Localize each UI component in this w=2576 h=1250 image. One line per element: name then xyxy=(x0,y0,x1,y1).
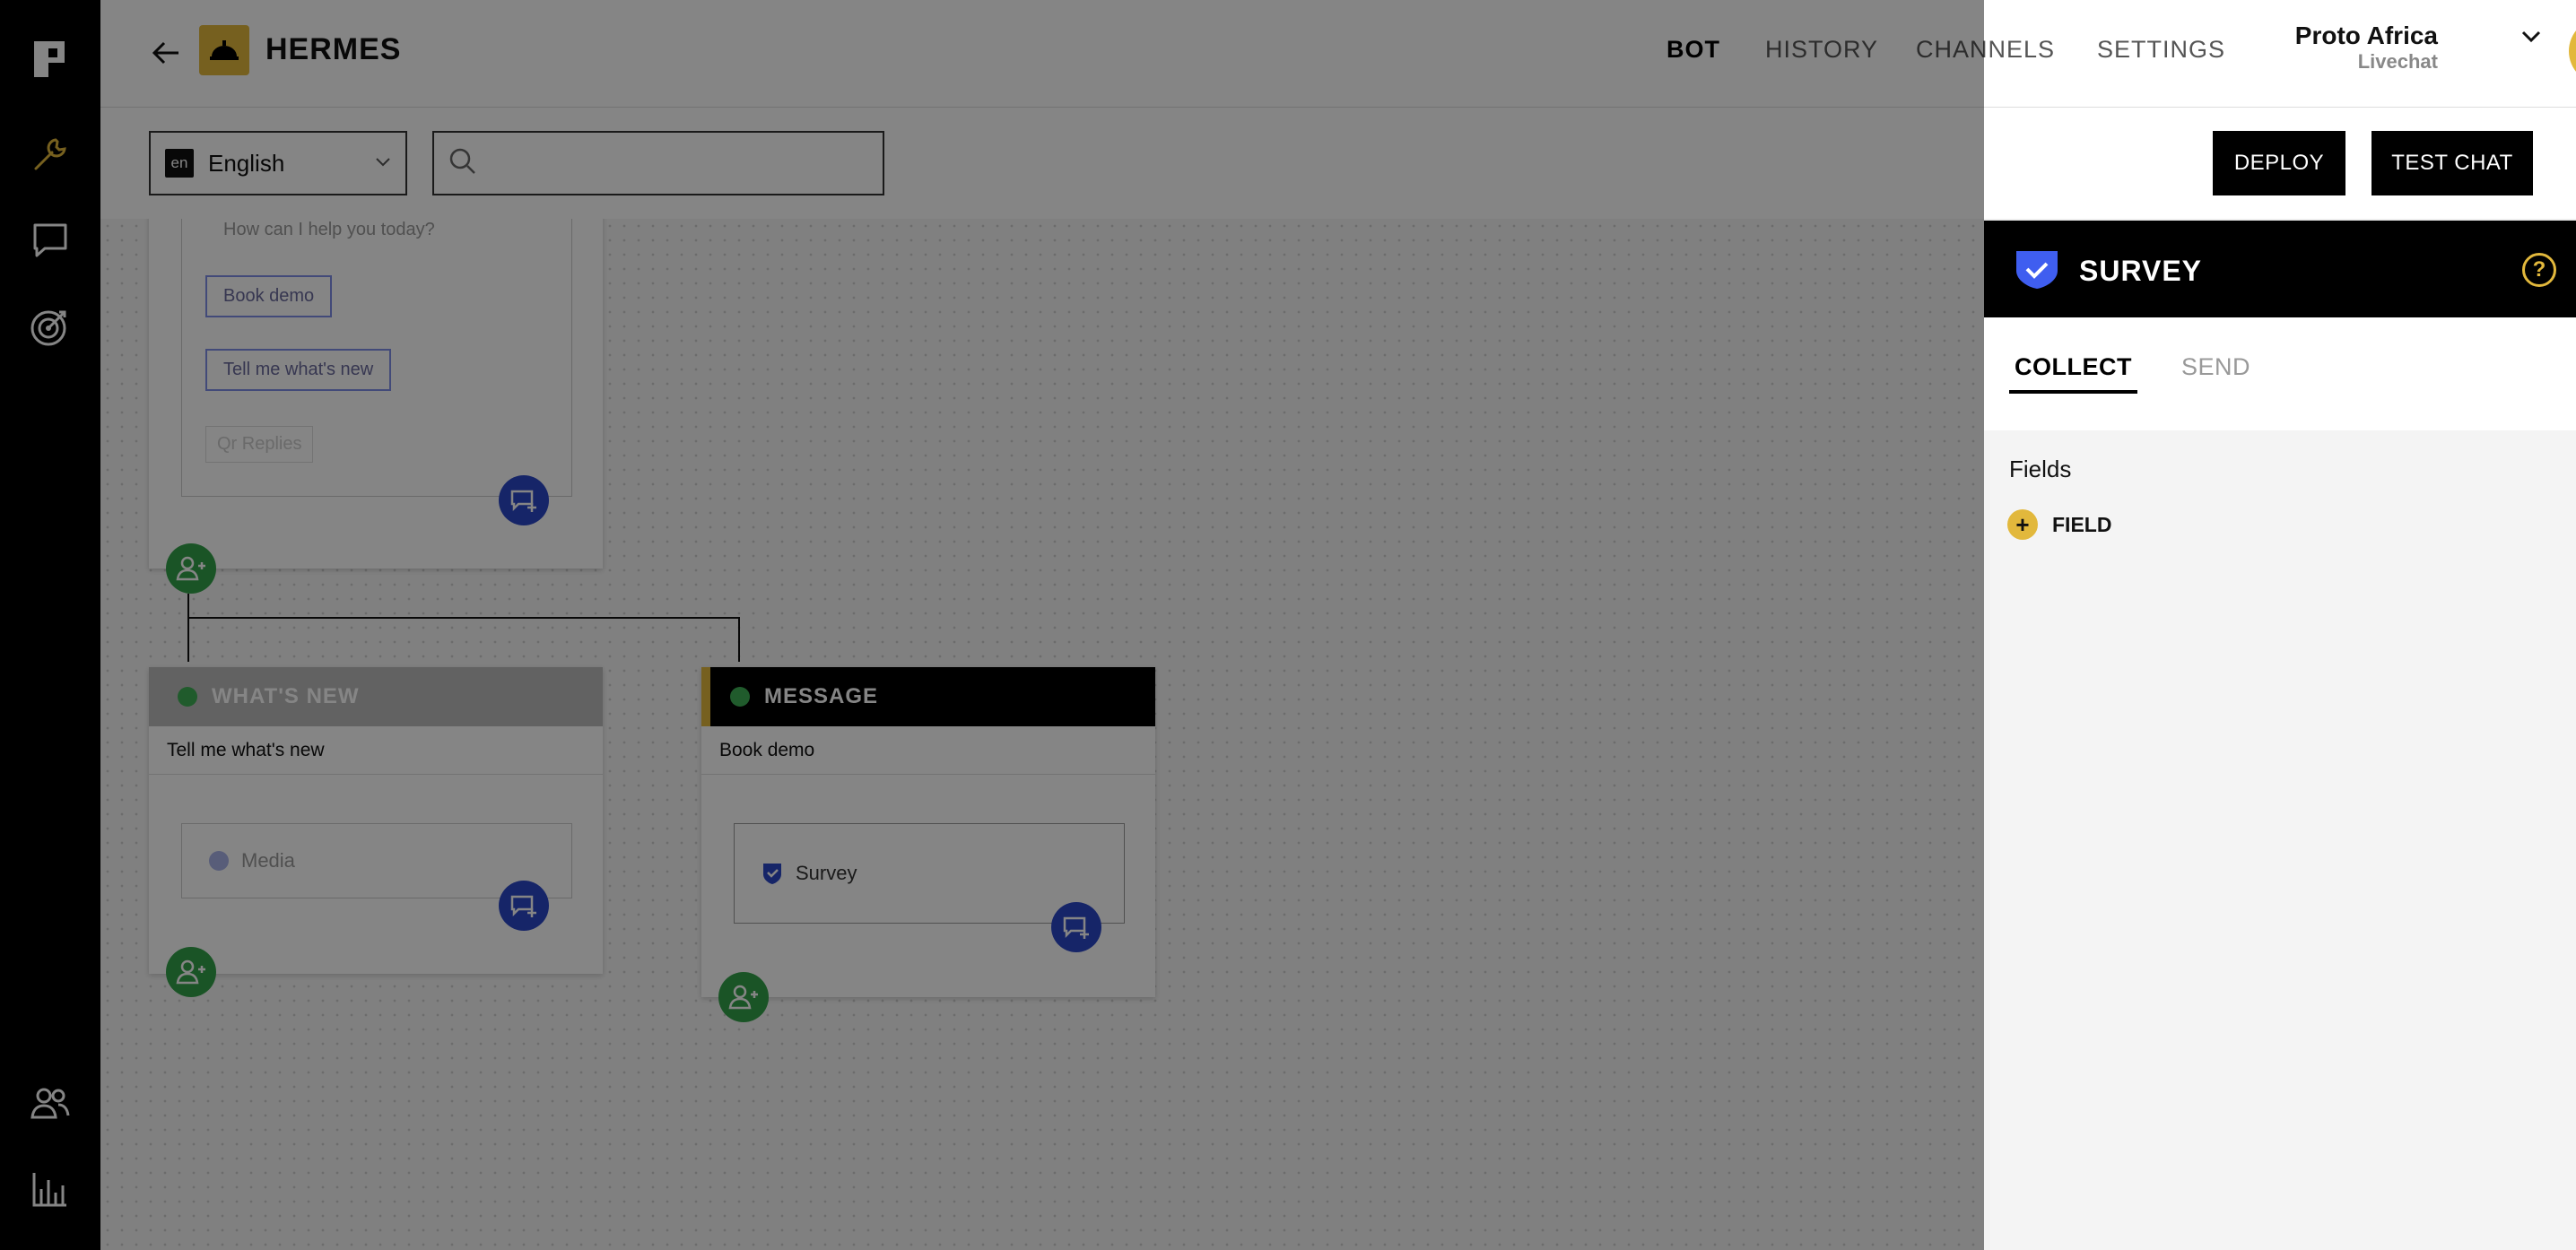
panel-header: SURVEY ? xyxy=(1984,221,2576,317)
add-field-button[interactable]: + FIELD xyxy=(2007,509,2111,540)
search-input[interactable] xyxy=(486,151,872,176)
help-icon[interactable]: ? xyxy=(2522,253,2556,287)
account-name: Proto Africa xyxy=(2294,22,2438,49)
message-preview-box: How can I help you today? Book demo Tell… xyxy=(181,219,572,497)
search-icon xyxy=(448,147,477,180)
bot-name: HERMES xyxy=(265,32,402,66)
add-response-icon[interactable] xyxy=(499,881,549,931)
avatar[interactable]: B xyxy=(2569,18,2576,84)
builder-toolbar: en English DEPLOY TEST CHAT xyxy=(100,108,2576,219)
message-card[interactable]: MESSAGE Book demo Survey xyxy=(701,667,1155,997)
nav-tab-bot[interactable]: BOT xyxy=(1667,36,1720,64)
app-logo-icon[interactable] xyxy=(27,36,74,82)
shield-icon xyxy=(761,862,783,885)
top-header: HERMES BOT HISTORY CHANNELS SETTINGS Pro… xyxy=(100,0,2576,108)
add-user-icon[interactable] xyxy=(718,972,769,1022)
connector-line xyxy=(187,594,189,662)
tab-send[interactable]: SEND xyxy=(2176,353,2256,390)
analytics-icon[interactable] xyxy=(27,1166,74,1212)
search-field[interactable] xyxy=(432,131,884,195)
quick-reply-chip[interactable]: Tell me what's new xyxy=(205,349,392,391)
language-label: English xyxy=(208,149,285,177)
panel-tabs: COLLECT SEND xyxy=(1984,317,2576,430)
trigger-text: Tell me what's new xyxy=(149,726,603,775)
plus-icon: + xyxy=(2007,509,2038,540)
nav-tab-history[interactable]: HISTORY xyxy=(1765,36,1878,64)
chat-icon[interactable] xyxy=(27,217,74,264)
language-select[interactable]: en English xyxy=(149,131,407,195)
card-title: WHAT'S NEW xyxy=(212,684,360,708)
block-label: Media xyxy=(241,849,295,872)
message-preview-text: How can I help you today? xyxy=(223,220,435,239)
shield-check-icon xyxy=(2015,249,2059,295)
media-icon xyxy=(209,851,229,871)
block-label: Survey xyxy=(796,862,857,884)
add-field-label: FIELD xyxy=(2052,512,2112,536)
quick-reply-chip[interactable]: Book demo xyxy=(205,275,333,317)
quick-replies-label: Qr Replies xyxy=(205,426,314,463)
nav-tab-channels[interactable]: CHANNELS xyxy=(1916,36,2055,64)
survey-panel: SURVEY ? COLLECT SEND Fields + FIELD xyxy=(1984,221,2576,1250)
connector-line xyxy=(738,617,740,662)
connector-line xyxy=(187,617,740,619)
panel-title: SURVEY xyxy=(2079,255,2203,287)
nav-tab-settings[interactable]: SETTINGS xyxy=(2097,36,2225,64)
back-arrow-icon[interactable] xyxy=(144,30,188,75)
whats-new-card[interactable]: WHAT'S NEW Tell me what's new Media xyxy=(149,667,603,974)
bot-logo-icon xyxy=(199,25,249,75)
add-user-icon[interactable] xyxy=(166,543,216,594)
chevron-down-icon xyxy=(375,156,391,173)
add-response-icon[interactable] xyxy=(1051,902,1101,952)
left-rail xyxy=(0,0,100,1250)
trigger-text: Book demo xyxy=(701,726,1155,775)
language-code-badge: en xyxy=(165,149,194,178)
chat-bubble-icon xyxy=(178,687,197,707)
card-title: MESSAGE xyxy=(764,684,879,708)
add-response-icon[interactable] xyxy=(499,475,549,525)
test-chat-button[interactable]: TEST CHAT xyxy=(2371,131,2533,195)
add-user-icon[interactable] xyxy=(166,947,216,997)
fields-heading: Fields xyxy=(2009,456,2072,482)
card-header: WHAT'S NEW xyxy=(149,667,603,726)
deploy-button[interactable]: DEPLOY xyxy=(2213,131,2345,195)
chevron-down-icon[interactable] xyxy=(2520,29,2542,49)
chat-bubble-icon xyxy=(730,687,750,707)
wrench-icon[interactable] xyxy=(27,131,74,178)
account-switcher[interactable]: Proto Africa Livechat xyxy=(2267,22,2474,74)
account-channel: Livechat xyxy=(2357,50,2438,73)
welcome-flow-card[interactable]: How can I help you today? Book demo Tell… xyxy=(149,219,603,569)
tab-collect[interactable]: COLLECT xyxy=(2009,353,2137,394)
card-header: MESSAGE xyxy=(701,667,1155,726)
target-icon[interactable] xyxy=(27,303,74,350)
flow-canvas[interactable]: How can I help you today? Book demo Tell… xyxy=(100,219,1984,1250)
users-icon[interactable] xyxy=(27,1080,74,1126)
